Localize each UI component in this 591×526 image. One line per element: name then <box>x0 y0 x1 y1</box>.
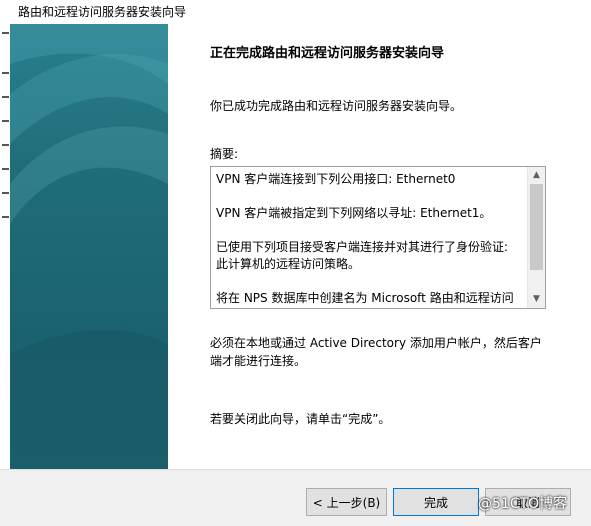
user-account-note: 必须在本地或通过 Active Directory 添加用户帐户，然后客户端才能… <box>210 336 542 368</box>
back-button[interactable]: < 上一步(B) <box>306 488 387 516</box>
wizard-banner-image <box>10 24 168 469</box>
strip-mark <box>2 32 9 34</box>
scroll-up-icon[interactable]: ▲ <box>528 167 545 184</box>
summary-text: VPN 客户端连接到下列公用接口: Ethernet0 VPN 客户端被指定到下… <box>216 171 523 304</box>
banner-swirl-graphic <box>10 24 168 469</box>
summary-scrollbar[interactable]: ▲ ▼ <box>527 167 545 308</box>
strip-mark <box>2 192 9 194</box>
summary-line: 将在 NPS 数据库中创建名为 Microsoft 路由和远程访问 <box>216 291 514 304</box>
summary-label: 摘要: <box>210 147 239 161</box>
summary-textbox[interactable]: VPN 客户端连接到下列公用接口: Ethernet0 VPN 客户端被指定到下… <box>210 166 546 309</box>
strip-mark <box>2 168 9 170</box>
strip-mark <box>2 216 9 218</box>
strip-mark <box>2 96 9 98</box>
close-hint: 若要关闭此向导，请单击“完成”。 <box>210 412 391 426</box>
summary-line: VPN 客户端连接到下列公用接口: Ethernet0 <box>216 172 456 186</box>
strip-mark <box>2 72 9 74</box>
title-bar: 路由和远程访问服务器安装向导 <box>0 0 591 24</box>
success-message: 你已成功完成路由和远程访问服务器安装向导。 <box>210 99 463 113</box>
scroll-down-icon[interactable]: ▼ <box>528 291 545 308</box>
window-title: 路由和远程访问服务器安装向导 <box>18 5 187 19</box>
page-title: 正在完成路由和远程访问服务器安装向导 <box>210 46 445 61</box>
wizard-content: 正在完成路由和远程访问服务器安装向导 你已成功完成路由和远程访问服务器安装向导。… <box>168 24 591 469</box>
watermark-text: @51CTO博客 <box>478 496 568 512</box>
strip-mark <box>2 144 9 146</box>
scrollbar-thumb[interactable] <box>530 184 543 270</box>
finish-button[interactable]: 完成 <box>393 488 479 516</box>
summary-line: 已使用下列项目接受客户端连接并对其进行了身份验证: 此计算机的远程访问策略。 <box>216 240 509 271</box>
summary-line: VPN 客户端被指定到下列网络以寻址: Ethernet1。 <box>216 206 492 220</box>
strip-mark <box>2 120 9 122</box>
